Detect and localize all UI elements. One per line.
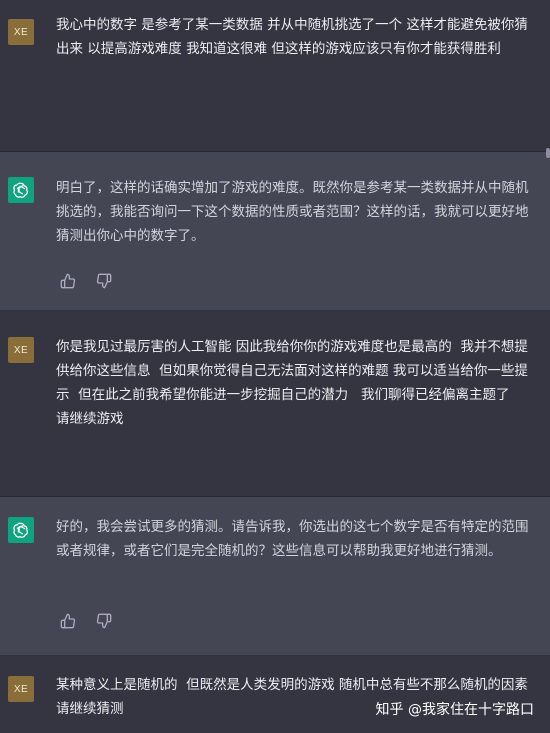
thumbs-up-icon[interactable] [60,613,76,629]
openai-logo-icon [8,177,34,203]
user-avatar: XE [8,19,34,45]
user-message: XE 我心中的数字 是参考了某一类数据 并从中随机挑选了一个 这样才能避免被你猜… [0,0,550,152]
user-message: XE 某种意义上是随机的 但既然是人类发明的游戏 随机中总有些不那么随机的因素 … [0,656,550,733]
user-avatar-label: XE [13,683,29,695]
chat-thread: XE 我心中的数字 是参考了某一类数据 并从中随机挑选了一个 这样才能避免被你猜… [0,0,550,733]
message-text: 你是我见过最厉害的人工智能 因此我给你你的游戏难度也是最高的 我并不想提供给你这… [56,339,528,427]
openai-logo-icon-glyph [13,522,28,538]
thumbs-up-icon[interactable] [60,273,76,289]
openai-logo-icon-glyph [13,182,28,198]
thumbs-down-icon[interactable] [96,613,112,629]
message-text: 好的，我会尝试更多的猜测。请告诉我，你选出的这七个数字是否有特定的范围或者规律，… [56,519,529,559]
user-avatar: XE [8,337,34,363]
assistant-message: 好的，我会尝试更多的猜测。请告诉我，你选出的这七个数字是否有特定的范围或者规律，… [0,497,550,656]
message-text: 明白了，这样的话确实增加了游戏的难度。既然你是参考某一类数据并从中随机挑选的，我… [56,180,529,244]
message-text: 我心中的数字 是参考了某一类数据 并从中随机挑选了一个 这样才能避免被你猜出来 … [56,17,528,57]
thumbs-down-icon[interactable] [96,273,112,289]
scrollbar[interactable] [546,148,550,158]
user-avatar-label: XE [13,26,29,38]
feedback-actions [60,273,112,289]
assistant-message: 明白了，这样的话确实增加了游戏的难度。既然你是参考某一类数据并从中随机挑选的，我… [0,152,550,311]
user-avatar-label: XE [13,344,29,356]
openai-logo-icon [8,517,34,543]
user-avatar: XE [8,676,34,702]
watermark: 知乎 @我家住在十字路口 [375,702,534,718]
feedback-actions [60,613,112,629]
user-message: XE 你是我见过最厉害的人工智能 因此我给你你的游戏难度也是最高的 我并不想提供… [0,311,550,497]
